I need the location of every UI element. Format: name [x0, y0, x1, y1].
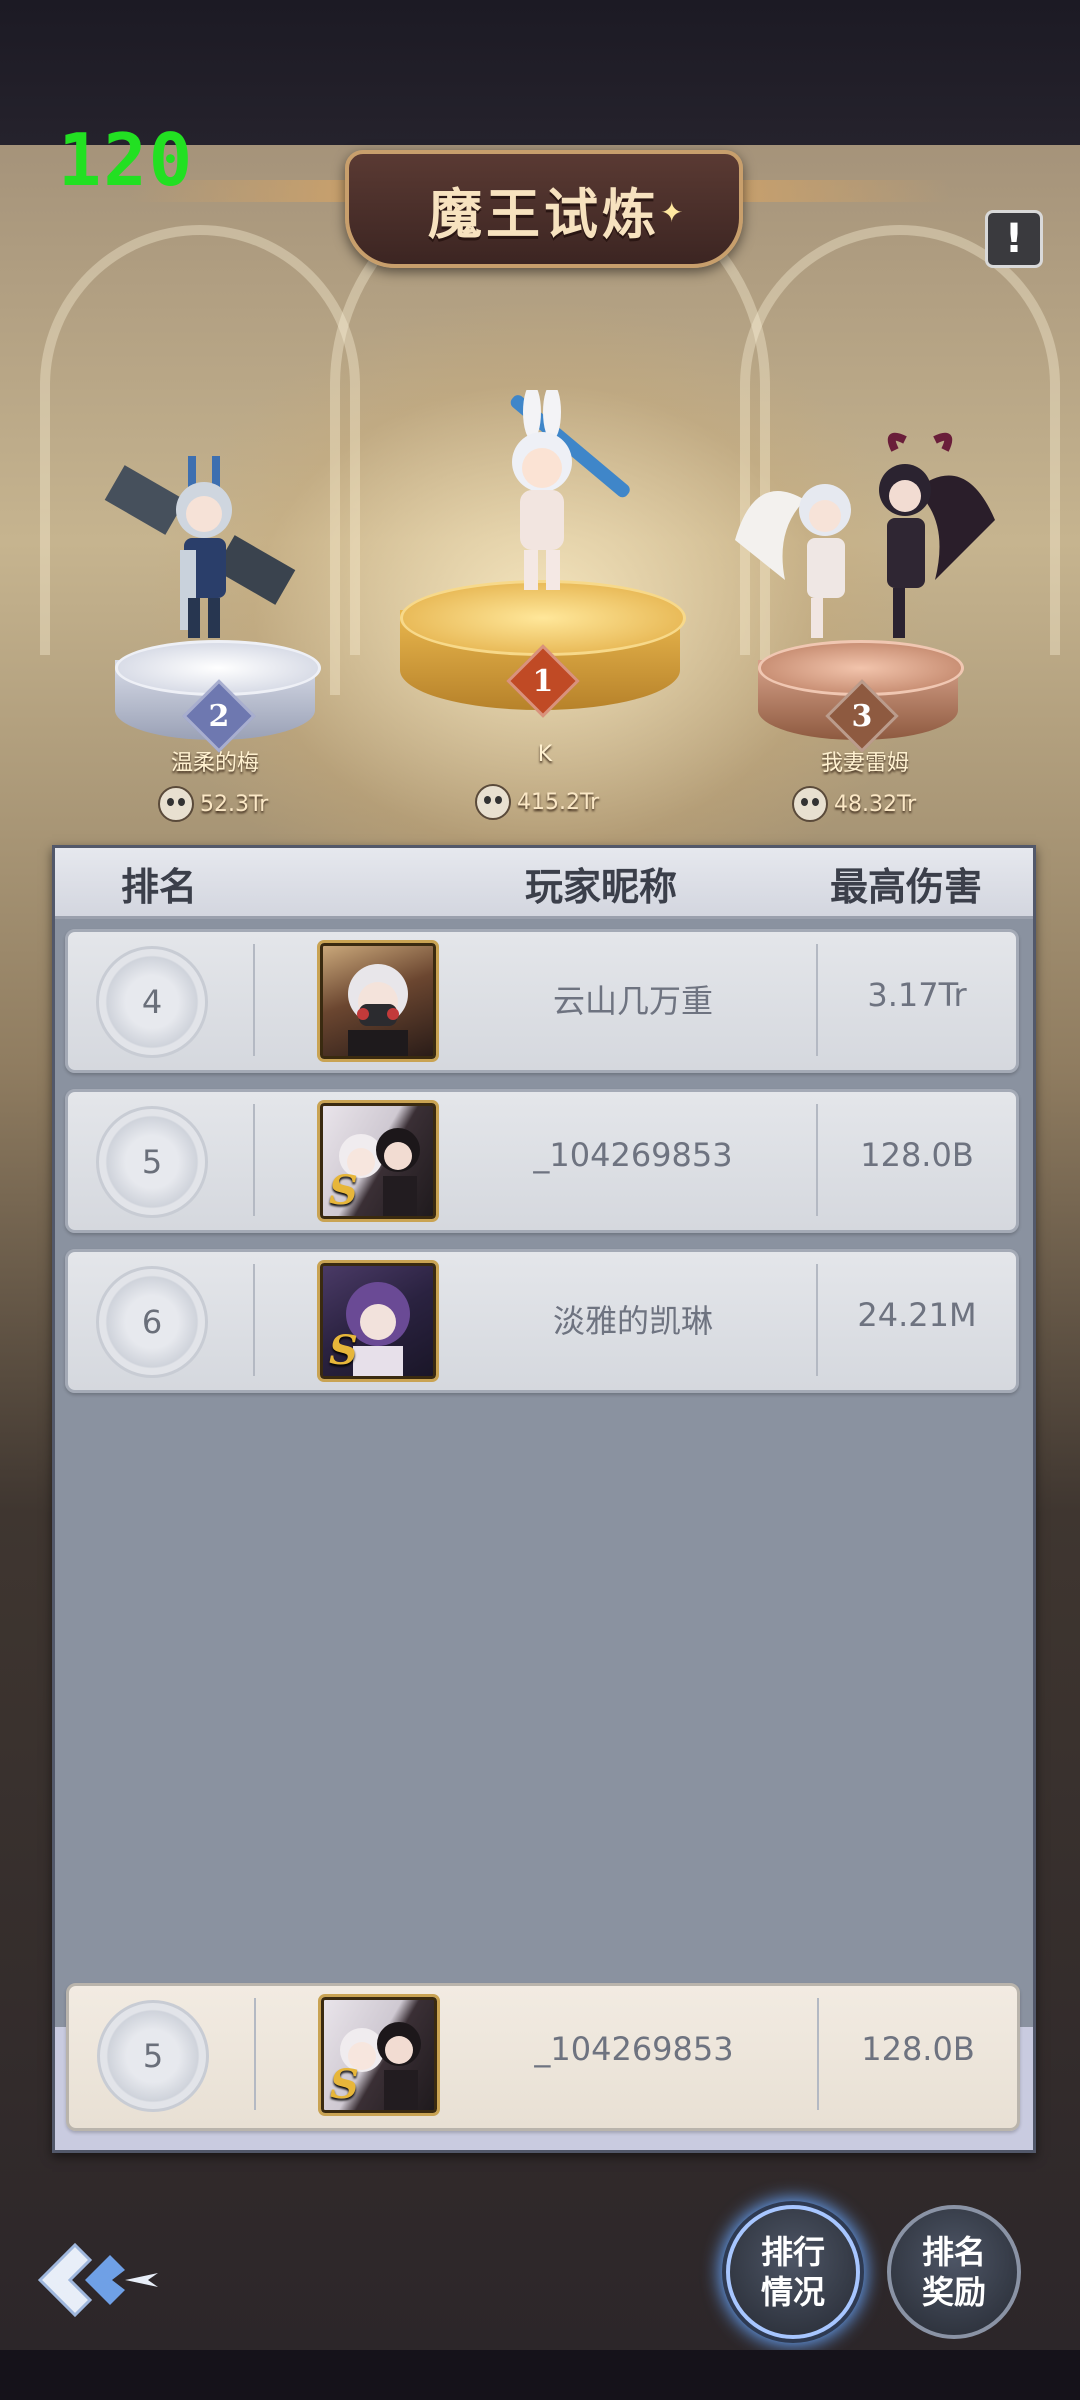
page-title: 魔王试炼 [428, 182, 660, 246]
champion-figure [510, 390, 630, 590]
third-place-figure [735, 432, 995, 638]
player-nickname: 淡雅的凯琳 [552, 1302, 713, 1340]
s-rank-badge: S [330, 2061, 359, 2108]
rank-rewards-button[interactable]: 排名 奖励 [887, 2205, 1021, 2339]
podium-third[interactable]: 3 [758, 640, 964, 753]
skull-icon [792, 786, 828, 822]
player-nickname: _104269853 [534, 2030, 734, 2068]
player-damage: 128.0B [861, 2030, 975, 2068]
player-damage: 24.21M [857, 1296, 977, 1334]
exclamation-icon: ! [1004, 216, 1024, 262]
player-damage: 128.0B [860, 1136, 974, 1174]
third-place-name: 我妻雷姆 [820, 751, 909, 776]
first-place-name: K [537, 742, 553, 767]
skull-icon [475, 784, 511, 820]
header-damage: 最高伤害 [830, 865, 983, 909]
second-place-figure [104, 456, 296, 638]
table-row[interactable]: 6 S 淡雅的凯琳 24.21M [65, 1249, 1019, 1393]
rank-emblem: 4 [96, 946, 208, 1058]
bottom-frame [0, 2350, 1080, 2400]
ranking-status-button[interactable]: 排行 情况 [726, 2205, 860, 2339]
list-scroll-area[interactable]: 4 云山几万重 3.17Tr 5 S _104269853 128.0B 6 S… [55, 919, 1033, 2027]
avatar[interactable]: S [317, 1260, 439, 1382]
player-nickname: _104269853 [533, 1136, 733, 1174]
sparkle-icon: ✦ [660, 196, 684, 229]
info-button[interactable]: ! [985, 210, 1043, 268]
rank-emblem: 6 [96, 1266, 208, 1378]
title-wing-right [730, 180, 950, 202]
player-damage: 3.17Tr [867, 976, 967, 1014]
player-nickname: 云山几万重 [552, 982, 713, 1020]
podium-second[interactable]: 2 [115, 640, 321, 753]
avatar[interactable]: S [317, 1100, 439, 1222]
third-place-damage: 48.32Tr [792, 786, 916, 822]
s-rank-badge: S [329, 1167, 358, 1214]
second-place-name: 温柔的梅 [170, 751, 259, 776]
table-row[interactable]: 4 云山几万重 3.17Tr [65, 929, 1019, 1073]
list-header: 排名 玩家昵称 最高伤害 [55, 848, 1033, 919]
table-row[interactable]: 5 S _104269853 128.0B [65, 1089, 1019, 1233]
second-place-damage: 52.3Tr [158, 786, 268, 822]
avatar[interactable] [317, 940, 439, 1062]
rank-emblem: 5 [96, 1106, 208, 1218]
first-place-damage: 415.2Tr [475, 784, 599, 820]
my-rank-row[interactable]: 5 S _104269853 128.0B [66, 1983, 1020, 2131]
header-nickname: 玩家昵称 [525, 865, 678, 909]
fps-counter: 120 [58, 118, 195, 202]
header-rank: 排名 [121, 865, 198, 909]
podium-first[interactable]: 1 [390, 580, 690, 730]
s-rank-badge: S [329, 1327, 358, 1374]
rank-emblem: 5 [97, 2000, 209, 2112]
ranking-list: 排名 玩家昵称 最高伤害 4 云山几万重 3.17Tr 5 S _1042698… [52, 845, 1036, 2153]
back-logo-icon[interactable] [30, 2235, 165, 2325]
avatar[interactable]: S [318, 1994, 440, 2116]
skull-icon [158, 786, 194, 822]
